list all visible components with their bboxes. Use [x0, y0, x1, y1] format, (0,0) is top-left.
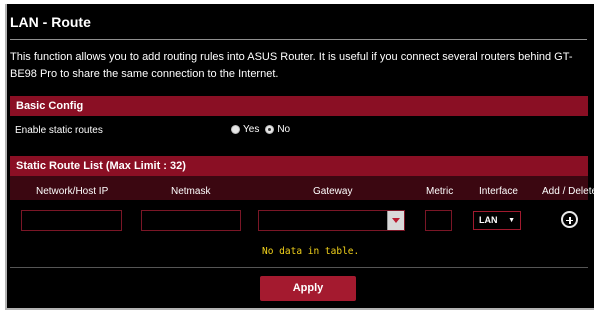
add-route-icon[interactable]	[561, 211, 578, 228]
radio-yes-label[interactable]: Yes	[243, 124, 259, 135]
network-ip-input[interactable]	[21, 210, 122, 231]
col-network-ip: Network/Host IP	[36, 186, 109, 197]
table-divider	[10, 267, 588, 268]
radio-no-label[interactable]: No	[277, 124, 290, 135]
col-metric: Metric	[426, 186, 454, 197]
col-add-delete: Add / Delete	[542, 186, 594, 197]
metric-input[interactable]	[425, 210, 452, 231]
interface-select-value: LAN	[479, 215, 498, 225]
static-routes-label: Enable static routes	[15, 125, 103, 136]
netmask-input[interactable]	[141, 210, 241, 231]
gateway-combobox[interactable]	[258, 210, 405, 231]
chevron-down-icon: ▼	[508, 217, 515, 224]
col-interface: Interface	[479, 186, 518, 197]
radio-yes[interactable]	[231, 125, 240, 134]
page-description: This function allows you to add routing …	[10, 51, 573, 80]
static-routes-radio-group: Yes No	[231, 124, 296, 135]
gateway-dropdown-icon[interactable]	[387, 211, 404, 230]
apply-button[interactable]: Apply	[260, 276, 356, 301]
interface-select[interactable]: LAN ▼	[473, 211, 521, 230]
col-gateway: Gateway	[313, 186, 353, 197]
route-list-header: Static Route List (Max Limit : 32)	[10, 156, 588, 176]
page-title: LAN - Route	[10, 14, 91, 30]
basic-config-header: Basic Config	[10, 96, 588, 116]
title-divider	[10, 39, 587, 40]
radio-no[interactable]	[265, 125, 275, 134]
empty-table-message: No data in table.	[262, 246, 360, 257]
col-netmask: Netmask	[171, 186, 211, 197]
